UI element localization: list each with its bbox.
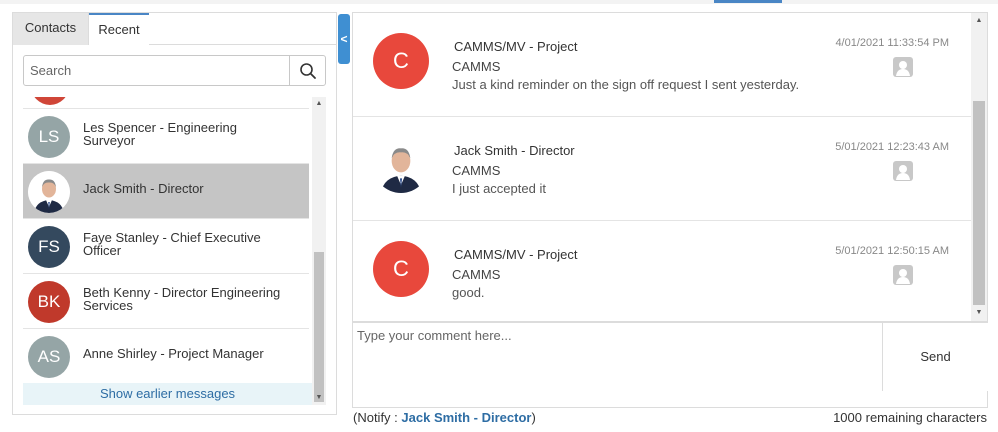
message-body: good. [452,285,485,300]
list-item[interactable]: BK Beth Kenny - Director Engineering Serv… [23,274,309,329]
collapse-panel-button[interactable]: < [338,14,350,64]
avatar: LS [28,116,70,158]
search-button[interactable] [289,56,325,85]
notify-line: (Notify : Jack Smith - Director) [353,410,536,425]
message-subject: CAMMS [452,163,501,178]
list-item[interactable]: AS Anne Shirley - Project Manager [23,329,309,384]
avatar: C [373,33,429,89]
list-scrollbar[interactable]: ▲ ▼ [312,97,326,405]
search-box [23,55,326,86]
message-item: C CAMMS/MV - Project CAMMS good. 5/01/20… [353,221,973,321]
list-item[interactable]: FS Faye Stanley - Chief Executive Officer [23,219,309,274]
show-earlier-messages-link[interactable]: Show earlier messages [23,383,312,405]
scrollbar-thumb[interactable] [973,101,985,305]
message-thread: C CAMMS/MV - Project CAMMS Just a kind r… [352,12,988,322]
scroll-down-arrow-icon[interactable]: ▼ [312,391,326,405]
user-icon [893,265,913,285]
message-sender: CAMMS/MV - Project [454,39,578,54]
comment-input[interactable] [353,323,882,407]
send-area: Send [882,323,988,391]
contact-name: Les Spencer - Engineering Surveyor [83,120,237,148]
avatar [373,137,429,193]
avatar: FS [28,226,70,268]
user-icon [893,161,913,181]
comment-box: Send [352,322,988,408]
avatar: C [373,241,429,297]
avatar: BK [28,281,70,323]
remaining-characters: 1000 remaining characters [833,410,987,425]
person-photo-icon [28,171,70,213]
contact-name: Jack Smith - Director [83,181,204,196]
message-subject: CAMMS [452,267,501,282]
message-timestamp: 5/01/2021 12:23:43 AM [835,141,949,153]
avatar [31,97,69,105]
top-strip [0,0,998,4]
tab-contacts[interactable]: Contacts [13,13,89,45]
thread-scrollbar[interactable]: ▲ ▼ [971,13,987,321]
scroll-down-arrow-icon[interactable]: ▼ [971,305,987,321]
message-subject: CAMMS [452,59,501,74]
message-body: Just a kind reminder on the sign off req… [452,77,800,92]
contact-name: Anne Shirley - Project Manager [83,346,264,361]
message-timestamp: 4/01/2021 11:33:54 PM [835,37,949,49]
panel-tabs: Contacts Recent [13,13,336,46]
contact-name: Faye Stanley - Chief Executive Officer [83,230,261,258]
send-button[interactable]: Send [883,323,988,391]
notify-recipient[interactable]: Jack Smith - Director [401,410,531,425]
message-timestamp: 5/01/2021 12:50:15 AM [835,245,949,257]
message-item: Jack Smith - Director CAMMS I just accep… [353,117,973,221]
person-photo-icon [373,137,429,193]
search-icon [299,62,316,79]
search-input[interactable] [24,56,290,85]
tab-recent[interactable]: Recent [89,13,149,46]
user-icon [893,57,913,77]
message-body: I just accepted it [452,181,546,196]
active-tab-indicator [714,0,782,3]
list-item[interactable] [23,97,309,109]
scroll-up-arrow-icon[interactable]: ▲ [312,97,326,111]
contact-name: Beth Kenny - Director Engineering Service… [83,285,281,313]
message-sender: CAMMS/MV - Project [454,247,578,262]
list-item[interactable]: LS Les Spencer - Engineering Surveyor [23,109,309,164]
message-item: C CAMMS/MV - Project CAMMS Just a kind r… [353,13,973,117]
avatar: AS [28,336,70,378]
avatar [28,171,70,213]
message-sender: Jack Smith - Director [454,143,575,158]
list-item-selected[interactable]: Jack Smith - Director [23,164,309,219]
scrollbar-thumb[interactable] [314,252,324,402]
contacts-panel: Contacts Recent LS Les Spencer - Enginee… [12,12,337,415]
recent-contacts-list: LS Les Spencer - Engineering Surveyor Jac… [23,97,326,405]
scroll-up-arrow-icon[interactable]: ▲ [971,13,987,29]
